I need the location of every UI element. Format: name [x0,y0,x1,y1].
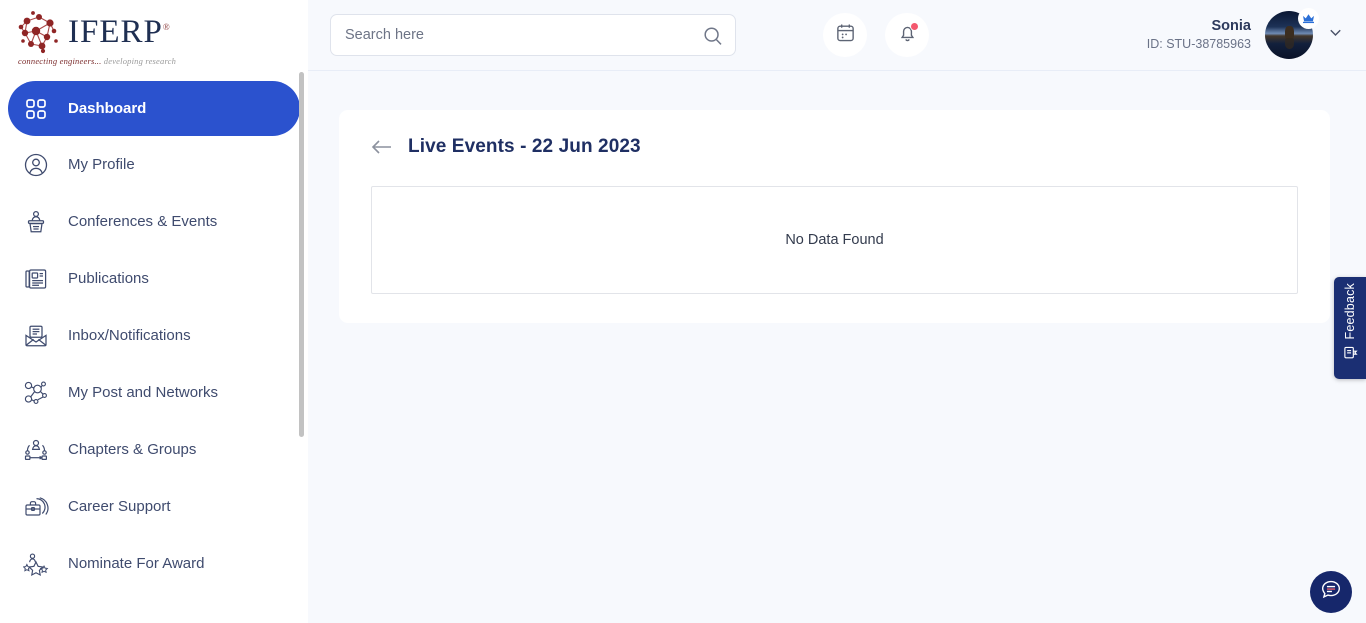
newspaper-icon [18,261,54,297]
sidebar-item-nominate-for-award[interactable]: Nominate For Award [0,535,308,592]
feedback-label: Feedback [1343,283,1357,340]
app-root: IFERP® connecting engineers... developin… [0,0,1366,623]
molecule-network-icon [14,7,66,59]
search-icon[interactable] [703,26,723,51]
sidebar-item-label: Chapters & Groups [68,441,197,458]
sidebar-item-label: Nominate For Award [68,555,205,572]
search-input-wrapper[interactable] [330,14,736,56]
sidebar-item-my-post-and-networks[interactable]: My Post and Networks [0,364,308,421]
network-nodes-icon [18,375,54,411]
page-title: Live Events - 22 Jun 2023 [408,136,641,157]
sidebar-item-label: Conferences & Events [68,213,218,230]
profile-menu[interactable]: Sonia ID: STU-38785963 [1147,8,1344,59]
empty-state-message: No Data Found [785,232,884,248]
grid-dashboard-icon [18,91,54,127]
sidebar-scrollbar[interactable] [299,72,304,623]
empty-state-box: No Data Found [371,186,1298,294]
profile-name: Sonia [1211,17,1251,34]
sidebar-item-label: Inbox/Notifications [68,327,191,344]
sidebar-item-chapters-groups[interactable]: Chapters & Groups [0,421,308,478]
calendar-button[interactable] [823,13,867,57]
crown-badge-icon [1298,8,1319,29]
podium-speaker-icon [18,204,54,240]
card-header: Live Events - 22 Jun 2023 [371,136,1298,158]
profile-text: Sonia ID: STU-38785963 [1147,17,1251,53]
page-content: Live Events - 22 Jun 2023 No Data Found [308,71,1366,623]
group-hierarchy-icon [18,432,54,468]
briefcase-icon [18,489,54,525]
chat-button[interactable] [1310,571,1352,613]
sidebar-item-career-support[interactable]: Career Support [0,478,308,535]
stars-award-icon [18,546,54,582]
feedback-form-icon [1343,345,1358,365]
brand-logo[interactable]: IFERP® connecting engineers... developin… [0,0,308,72]
notifications-button[interactable] [885,13,929,57]
feedback-tab[interactable]: Feedback [1334,277,1366,379]
sidebar-item-conferences-events[interactable]: Conferences & Events [0,193,308,250]
brand-tagline: connecting engineers... developing resea… [18,56,176,66]
sidebar-item-my-profile[interactable]: My Profile [0,136,308,193]
sidebar-item-publications[interactable]: Publications [0,250,308,307]
tagline-part-2: developing research [103,55,177,66]
sidebar-item-label: Career Support [68,498,171,515]
sidebar-item-label: My Post and Networks [68,384,219,401]
search-input[interactable] [345,27,721,43]
sidebar: IFERP® connecting engineers... developin… [0,0,308,623]
brand-wordmark: IFERP® [68,16,171,49]
sidebar-item-inbox-notifications[interactable]: Inbox/Notifications [0,307,308,364]
tagline-part-1: connecting engineers... [18,55,102,66]
user-circle-icon [18,147,54,183]
sidebar-item-dashboard[interactable]: Dashboard [8,81,300,136]
live-events-card: Live Events - 22 Jun 2023 No Data Found [339,110,1330,323]
calendar-icon [835,22,856,48]
profile-id: ID: STU-38785963 [1146,37,1251,52]
sidebar-item-label: Publications [68,270,149,287]
sidebar-scrollbar-thumb[interactable] [299,72,304,437]
sidebar-item-label: Dashboard [68,100,147,117]
top-bar: Sonia ID: STU-38785963 [308,0,1366,71]
notification-badge-dot [910,22,919,31]
avatar[interactable] [1265,8,1319,59]
chevron-down-icon[interactable] [1327,24,1344,46]
main-area: Sonia ID: STU-38785963 [308,0,1366,623]
sidebar-item-label: My Profile [68,156,135,173]
arrow-left-icon[interactable] [371,138,393,156]
envelope-open-icon [18,318,54,354]
sidebar-nav: Dashboard My Profile Conferences & Event… [0,72,308,592]
chat-bubble-icon [1319,578,1343,607]
brand-registered-mark: ® [162,22,171,32]
brand-name: IFERP [68,14,163,50]
top-action-icons [823,13,929,57]
